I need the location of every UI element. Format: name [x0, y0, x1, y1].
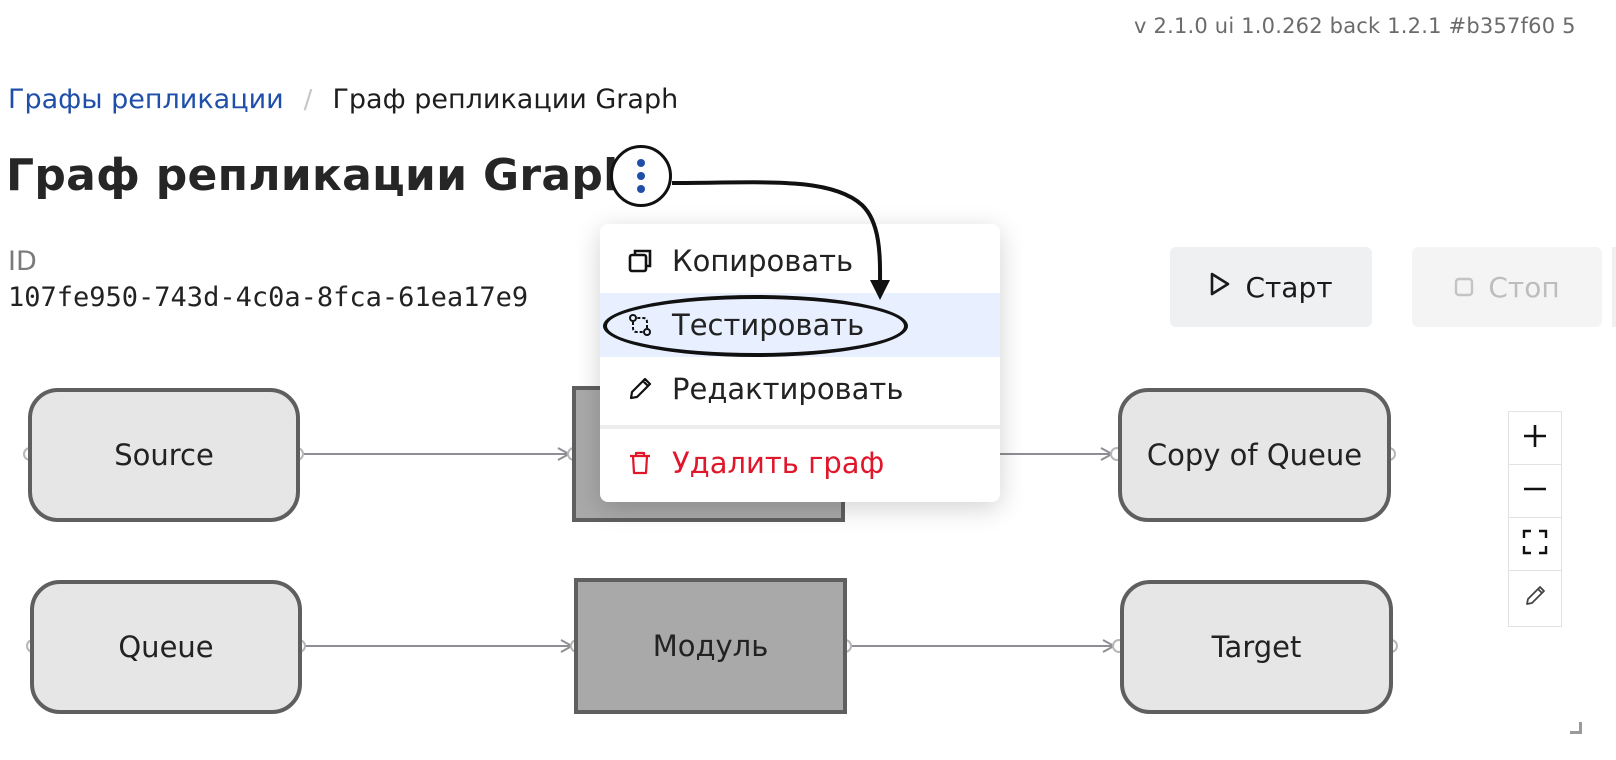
stop-button-label: Стоп: [1488, 270, 1560, 304]
page-title: Граф репликации Graph: [6, 150, 635, 201]
menu-divider: [600, 425, 1000, 429]
node-label: Copy of Queue: [1146, 438, 1363, 472]
node-queue[interactable]: Queue: [30, 580, 302, 714]
copy-icon: [626, 247, 654, 275]
menu-item-label: Удалить граф: [672, 446, 885, 480]
node-module[interactable]: Модуль: [574, 578, 847, 714]
test-icon: [626, 311, 654, 339]
fit-view-icon: [1522, 529, 1548, 559]
node-copy-of-queue[interactable]: Copy of Queue: [1118, 388, 1391, 522]
menu-item-delete[interactable]: Удалить граф: [600, 431, 1000, 495]
menu-item-label: Редактировать: [672, 372, 904, 406]
trash-icon: [626, 449, 654, 477]
canvas-controls: [1508, 411, 1562, 627]
pencil-icon: [1523, 584, 1547, 612]
zoom-out-button[interactable]: [1509, 465, 1561, 518]
menu-item-test[interactable]: Тестировать: [600, 293, 1000, 357]
kebab-icon: [637, 159, 645, 193]
node-label: Target: [1211, 630, 1302, 664]
menu-item-copy[interactable]: Копировать: [600, 229, 1000, 293]
resize-handle[interactable]: [1570, 722, 1582, 734]
id-label: ID: [8, 246, 37, 277]
node-label: Queue: [118, 630, 214, 664]
fit-view-button[interactable]: [1509, 518, 1561, 571]
pencil-icon: [626, 375, 654, 403]
actions-dropdown: Копировать Тестировать Редактировать Уда…: [600, 224, 1000, 502]
breadcrumb-current: Граф репликации Graph: [332, 84, 679, 115]
minus-icon: [1522, 476, 1548, 506]
node-source[interactable]: Source: [28, 388, 300, 522]
menu-item-label: Копировать: [672, 244, 854, 278]
plus-icon: [1522, 423, 1548, 453]
more-actions-button[interactable]: [610, 145, 672, 207]
start-button-label: Старт: [1245, 270, 1333, 304]
node-target[interactable]: Target: [1120, 580, 1393, 714]
start-button[interactable]: Старт: [1170, 247, 1372, 327]
id-value: 107fe950-743d-4c0a-8fca-61ea17e9: [8, 282, 529, 313]
zoom-in-button[interactable]: [1509, 412, 1561, 465]
menu-item-edit[interactable]: Редактировать: [600, 357, 1000, 421]
version-info: v 2.1.0 ui 1.0.262 back 1.2.1 #b357f60 5: [1134, 14, 1576, 38]
breadcrumb-separator: /: [303, 84, 313, 115]
stop-icon: [1454, 271, 1474, 304]
more-button-edge[interactable]: [1612, 247, 1616, 327]
edit-canvas-button[interactable]: [1509, 571, 1561, 624]
stop-button[interactable]: Стоп: [1412, 247, 1602, 327]
menu-item-label: Тестировать: [672, 308, 865, 342]
node-label: Модуль: [652, 629, 769, 663]
breadcrumb-link-graphs[interactable]: Графы репликации: [8, 84, 284, 115]
breadcrumb: Графы репликации / Граф репликации Graph: [8, 84, 678, 115]
node-label: Source: [114, 438, 214, 472]
play-icon: [1209, 271, 1231, 304]
